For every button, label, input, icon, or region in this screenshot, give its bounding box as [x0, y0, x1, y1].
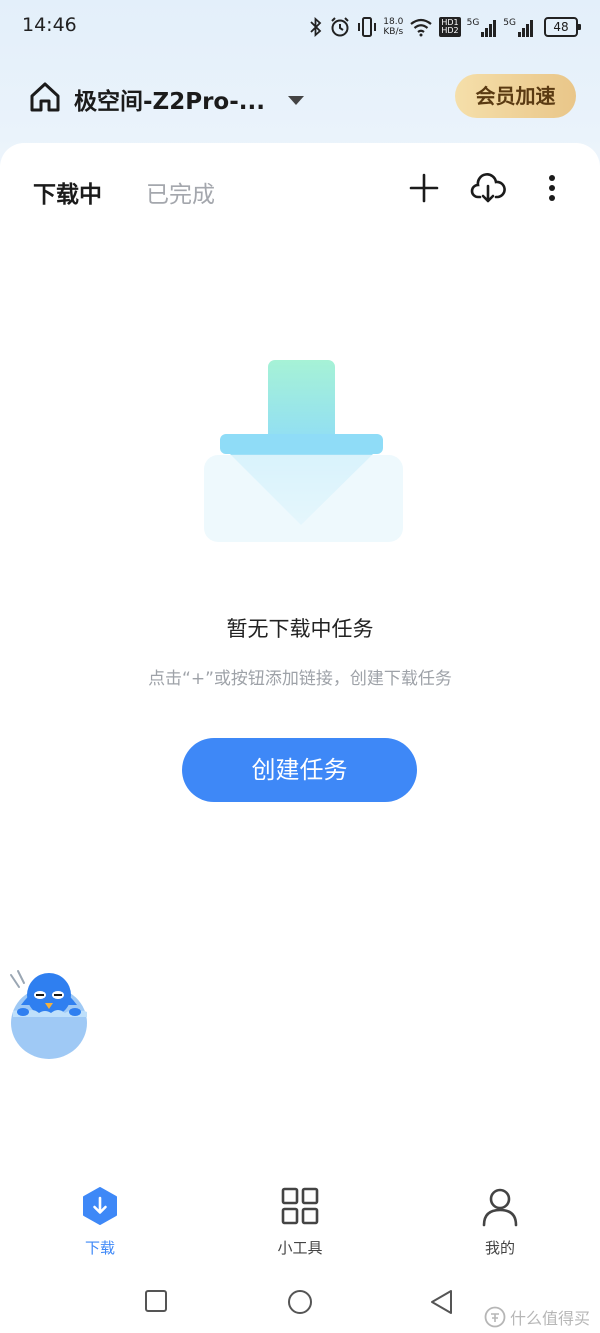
nav-item-me[interactable]: 我的 — [440, 1185, 560, 1258]
battery-icon: 48 — [544, 17, 581, 37]
hd2-label: HD2 — [441, 26, 459, 35]
empty-download-illustration-icon — [204, 360, 403, 542]
app-header: 极空间-Z2Pro-... 会员加速 — [0, 64, 600, 132]
nav-item-download[interactable]: 下载 — [40, 1185, 160, 1258]
status-bar: 14:46 18.0 KB/s HD1 HD2 5G 5G 48 — [0, 0, 600, 54]
vip-boost-button[interactable]: 会员加速 — [455, 74, 576, 118]
speed-value: 18.0 — [383, 17, 404, 27]
status-icons: 18.0 KB/s HD1 HD2 5G 5G 48 — [309, 12, 581, 42]
watermark: 什么值得买 — [484, 1305, 590, 1329]
nav-label-me: 我的 — [484, 1239, 515, 1257]
device-name[interactable]: 极空间-Z2Pro-... — [74, 82, 265, 116]
nav-item-tools[interactable]: 小工具 — [240, 1185, 360, 1258]
network-speed: 18.0 KB/s — [383, 17, 403, 37]
recents-square-icon[interactable] — [144, 1289, 168, 1313]
add-icon[interactable] — [406, 170, 442, 206]
person-icon — [482, 1188, 518, 1227]
signal-2-label: 5G — [503, 17, 516, 28]
alarm-icon — [329, 16, 351, 38]
grid-icon — [281, 1187, 319, 1225]
bottom-navigation: 下载 小工具 我的 — [0, 1185, 600, 1265]
signal-1-icon: 5G — [467, 18, 498, 37]
nav-label-download: 下载 — [84, 1239, 115, 1257]
signal-1-label: 5G — [466, 17, 480, 28]
home-icon[interactable] — [28, 80, 62, 114]
watermark-logo-icon — [484, 1306, 506, 1328]
more-options-icon[interactable] — [534, 170, 570, 206]
nav-label-tools: 小工具 — [277, 1239, 323, 1257]
status-time: 14:46 — [22, 14, 77, 36]
watermark-text: 什么值得买 — [509, 1309, 590, 1328]
home-circle-icon[interactable] — [286, 1288, 314, 1316]
create-task-button[interactable]: 创建任务 — [182, 738, 417, 802]
device-dropdown-caret-icon[interactable] — [288, 96, 304, 105]
speed-unit: KB/s — [383, 27, 404, 37]
cloud-download-icon[interactable] — [470, 170, 506, 206]
hd-indicator: HD1 HD2 — [439, 17, 461, 37]
vibrate-icon — [357, 16, 377, 38]
empty-state-hint: 点击“+”或按钮添加链接，创建下载任务 — [148, 669, 452, 689]
tab-completed[interactable]: 已完成 — [146, 175, 215, 209]
back-triangle-icon[interactable] — [429, 1288, 455, 1316]
empty-state-title: 暂无下载中任务 — [226, 617, 374, 641]
bluetooth-icon — [309, 17, 323, 37]
tab-downloading[interactable]: 下载中 — [33, 175, 102, 209]
wifi-icon — [409, 17, 433, 37]
download-hexagon-icon — [83, 1187, 117, 1225]
signal-2-icon: 5G — [503, 18, 534, 37]
floating-mascot-icon[interactable] — [5, 965, 91, 1065]
